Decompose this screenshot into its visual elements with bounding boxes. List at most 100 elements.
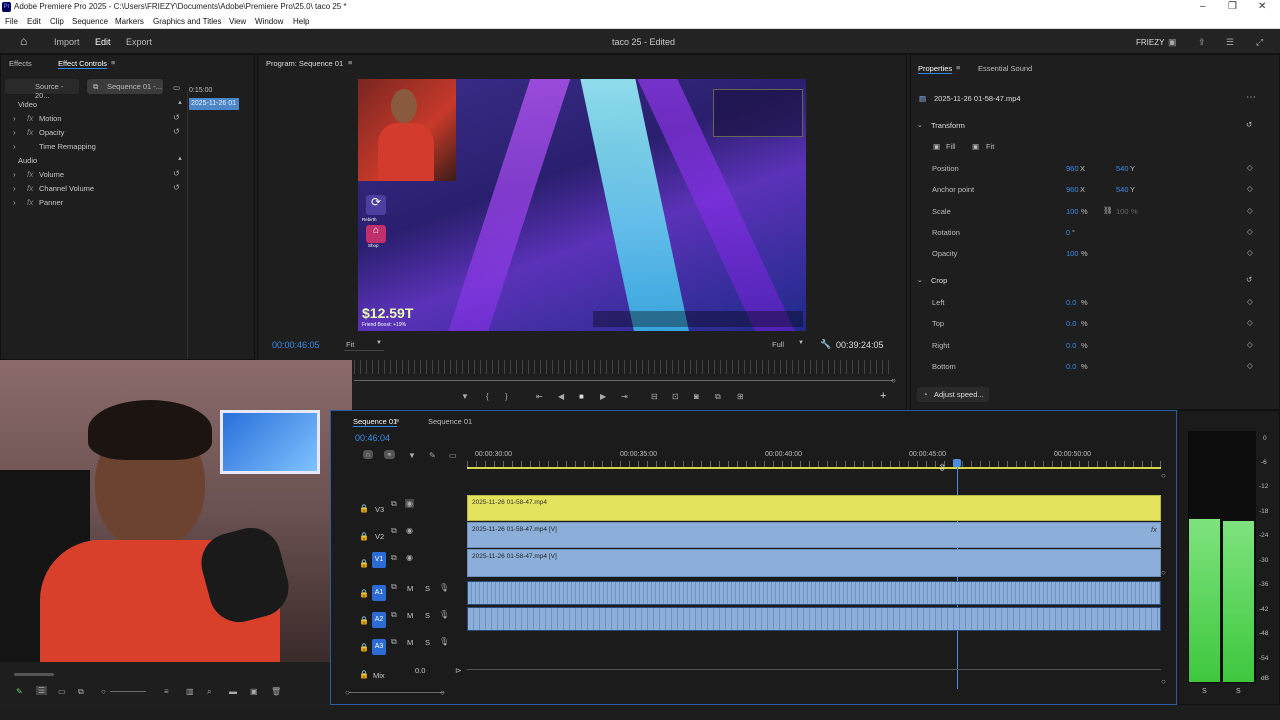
zoom-slider[interactable] (110, 691, 146, 692)
keyframe-icon[interactable]: ◇ (1247, 340, 1253, 349)
panel-menu-icon[interactable]: ≡ (956, 63, 960, 72)
keyframe-icon[interactable]: ◇ (1247, 318, 1253, 327)
menu-help[interactable]: Help (293, 17, 309, 26)
panel-menu-icon[interactable]: ≡ (348, 58, 352, 67)
mark-in-icon[interactable]: { (486, 392, 489, 401)
track-v2-label[interactable]: V2 (375, 532, 384, 541)
chevron-right-icon[interactable]: › (13, 128, 16, 137)
horizontal-zoom-bar[interactable] (349, 692, 444, 693)
wrench-icon[interactable]: 🔧 (820, 339, 831, 350)
quick-export-icon[interactable]: ▣ (1168, 37, 1177, 48)
sync-lock-icon[interactable]: ⧉ (391, 526, 397, 536)
settings-wrench-icon[interactable]: ✎ (429, 451, 436, 460)
freeform-view-icon[interactable]: ⧉ (78, 687, 84, 697)
lock-icon[interactable]: 🔒 (359, 559, 369, 568)
mic-icon[interactable]: 🎙 (439, 583, 449, 592)
crop-top-value[interactable]: 0.0 (1066, 319, 1076, 328)
crop-left-value[interactable]: 0.0 (1066, 298, 1076, 307)
go-to-out-icon[interactable]: ⇥ (621, 392, 628, 401)
keyframe-icon[interactable]: ◇ (1247, 184, 1253, 193)
keyframe-icon[interactable]: ◇ (1247, 297, 1253, 306)
chevron-right-icon[interactable]: › (13, 184, 16, 193)
tab-export[interactable]: Export (126, 37, 152, 47)
captions-icon[interactable]: ▭ (449, 451, 457, 460)
program-scrollbar[interactable] (354, 380, 894, 381)
source-clip-tab[interactable]: Source - 20... (5, 79, 79, 100)
vr-icon[interactable]: ⊞ (737, 392, 744, 401)
new-item-icon[interactable]: ▣ (250, 687, 258, 696)
extract-icon[interactable]: ⊡ (672, 392, 679, 401)
scrollbar[interactable] (14, 673, 54, 676)
solo-a3[interactable]: S (425, 638, 430, 647)
minimize-icon[interactable]: – (1200, 1, 1206, 12)
menu-clip[interactable]: Clip (50, 17, 64, 26)
track-v3-label[interactable]: V3 (375, 505, 384, 514)
reset-icon[interactable]: ↺ (173, 127, 180, 136)
quality-select[interactable]: Full ▼ (770, 339, 810, 351)
mute-a1[interactable]: M (407, 584, 413, 593)
mix-value[interactable]: 0.0 (415, 666, 425, 675)
position-x-value[interactable]: 960 (1066, 164, 1079, 173)
reset-icon[interactable]: ↺ (1246, 275, 1252, 284)
pencil-icon[interactable]: ✎ (16, 687, 23, 696)
clip-v1[interactable]: 2025-11-26 01-58-47.mp4 [V] (467, 549, 1161, 577)
snap-icon[interactable]: ∩ (363, 450, 373, 459)
sort-icon[interactable]: ≡ (164, 687, 169, 696)
maximize-icon[interactable]: ❐ (1228, 1, 1237, 12)
program-timecode[interactable]: 00:00:46:05 (272, 340, 320, 350)
effect-time-remapping[interactable]: Time Remapping (39, 142, 96, 151)
track-a2-label[interactable]: A2 (372, 612, 386, 628)
marker-icon[interactable]: ▼ (461, 392, 469, 401)
mute-a3[interactable]: M (407, 638, 413, 647)
icon-view-icon[interactable]: ▭ (58, 687, 66, 696)
anchor-y-value[interactable]: 540 (1116, 185, 1129, 194)
comparison-view-icon[interactable]: ⧉ (715, 392, 721, 402)
effect-channel-volume[interactable]: Channel Volume (39, 184, 94, 193)
chevron-right-icon[interactable]: › (13, 170, 16, 179)
collapse-icon[interactable]: ▲ (177, 156, 183, 162)
clip-v3[interactable]: 2025-11-26 01-58-47.mp4 (467, 495, 1161, 521)
track-a3-label[interactable]: A3 (372, 639, 386, 655)
keyframe-icon[interactable]: ◇ (1247, 163, 1253, 172)
effect-panner[interactable]: Panner (39, 198, 63, 207)
tab-sequence-active[interactable]: Sequence 01 (353, 417, 398, 427)
lift-icon[interactable]: ⊟ (651, 392, 658, 401)
tab-import[interactable]: Import (54, 37, 80, 47)
effect-volume[interactable]: Volume (39, 170, 64, 179)
fill-label[interactable]: Fill (946, 142, 956, 151)
adjust-speed-button[interactable]: ◔ Adjust speed... (917, 387, 989, 402)
clip-v2[interactable]: 2025-11-26 01-58-47.mp4 [V] fx (467, 522, 1161, 548)
mark-out-icon[interactable]: } (505, 392, 508, 401)
tab-effects[interactable]: Effects (9, 59, 32, 68)
track-v1-label[interactable]: V1 (372, 552, 386, 568)
tab-effect-controls[interactable]: Effect Controls (58, 59, 108, 69)
sequence-clip-tab[interactable]: ⧉ Sequence 01 -... (87, 79, 163, 94)
keyframe-icon[interactable]: ◇ (1247, 206, 1253, 215)
crop-right-value[interactable]: 0.0 (1066, 341, 1076, 350)
reset-icon[interactable]: ↺ (173, 113, 180, 122)
lock-icon[interactable]: 🔒 (359, 504, 369, 513)
lock-icon[interactable]: 🔒 (359, 670, 369, 679)
menu-markers[interactable]: Markers (115, 17, 144, 26)
eye-icon[interactable]: ◉ (406, 553, 413, 562)
fullscreen-icon[interactable]: ⤢ (1256, 37, 1263, 48)
tab-properties[interactable]: Properties (918, 64, 953, 74)
fit-icon[interactable]: ▣ (972, 142, 979, 151)
reset-icon[interactable]: ↺ (173, 183, 180, 192)
sync-lock-icon[interactable]: ⧉ (391, 637, 397, 647)
zoom-select[interactable]: Fit ▼ (344, 339, 384, 351)
eye-icon[interactable]: ◉ (406, 526, 413, 535)
chevron-right-icon[interactable]: › (13, 114, 16, 123)
menu-view[interactable]: View (229, 17, 246, 26)
find-icon[interactable]: ⌕ (207, 687, 211, 697)
lock-icon[interactable]: 🔒 (359, 589, 369, 598)
effect-motion[interactable]: Motion (39, 114, 62, 123)
link-icon[interactable]: ⛓ (1103, 206, 1113, 215)
reset-icon[interactable]: ↺ (1246, 120, 1252, 129)
home-icon[interactable]: ⌂ (20, 34, 27, 48)
stop-icon[interactable]: ■ (579, 392, 584, 401)
effect-opacity[interactable]: Opacity (39, 128, 64, 137)
scroll-handle[interactable]: ○ (891, 376, 896, 385)
keyframe-icon[interactable]: ◇ (1247, 227, 1253, 236)
step-forward-icon[interactable]: ▶ (600, 392, 606, 401)
